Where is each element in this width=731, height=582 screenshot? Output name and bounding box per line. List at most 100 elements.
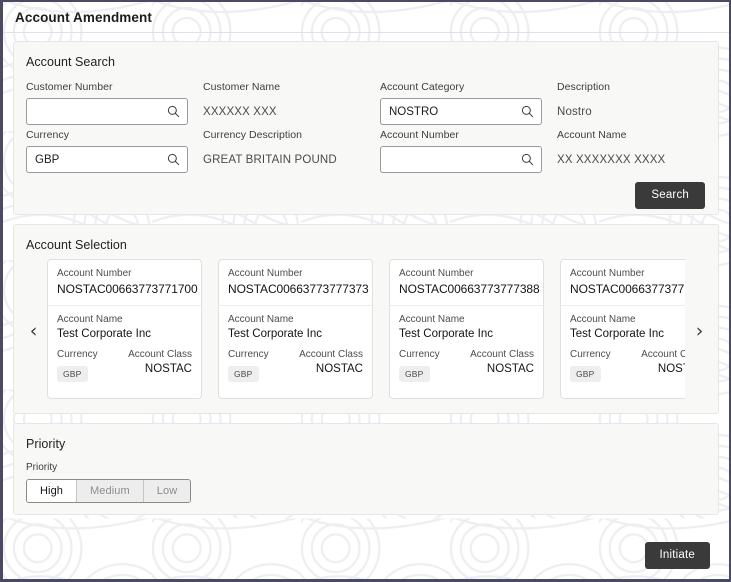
chevron-left-icon[interactable]: ‹ bbox=[14, 322, 47, 341]
priority-panel: Priority Priority High Medium Low bbox=[13, 423, 719, 515]
field-label: Account Number bbox=[380, 129, 459, 141]
account-number-text: NOSTAC00663773771700 bbox=[57, 282, 198, 296]
card-header: Account Number NOSTAC00663773777373 bbox=[219, 260, 372, 306]
currency-block: Currency GBP bbox=[228, 349, 269, 382]
account-class-label: Account Class bbox=[641, 349, 685, 360]
account-number-label: Account Number bbox=[570, 268, 645, 279]
field-currency: Currency GBP bbox=[26, 129, 203, 173]
account-card[interactable]: Account Number NOSTAC00663773777373 Acco… bbox=[218, 259, 373, 399]
field-currency-description: Currency Description GREAT BRITAIN POUND bbox=[203, 129, 380, 173]
carousel-track: Account Number NOSTAC00663773771700 Acco… bbox=[47, 259, 685, 402]
account-number-input[interactable] bbox=[380, 146, 542, 173]
card-header: Account Number NOSTAC00663773771700 bbox=[48, 260, 201, 306]
priority-option-medium[interactable]: Medium bbox=[77, 480, 144, 502]
account-card[interactable]: Account Number NOSTAC0066377377 Account … bbox=[560, 259, 685, 399]
priority-segmented-control[interactable]: High Medium Low bbox=[26, 479, 192, 503]
account-name-label: Account Name bbox=[399, 314, 465, 325]
field-label: Description bbox=[557, 81, 611, 93]
card-meta-row: Currency GBP Account Class NOSTAC bbox=[57, 349, 192, 382]
field-label: Account Name bbox=[557, 129, 627, 141]
account-category-input[interactable]: NOSTRO bbox=[380, 98, 542, 125]
priority-heading: Priority bbox=[26, 437, 66, 451]
field-customer-name: Customer Name XXXXXX XXX bbox=[203, 81, 380, 125]
search-icon[interactable] bbox=[167, 153, 180, 166]
field-label: Customer Number bbox=[26, 81, 113, 93]
search-icon[interactable] bbox=[521, 153, 534, 166]
field-customer-number: Customer Number bbox=[26, 81, 203, 125]
account-number-text: NOSTAC00663773777388 bbox=[399, 282, 540, 296]
field-description: Description Nostro bbox=[557, 81, 717, 125]
field-label: Currency bbox=[26, 129, 69, 141]
chevron-right-icon[interactable]: › bbox=[685, 322, 718, 341]
window-titlebar: Account Amendment bbox=[3, 2, 729, 33]
account-number-label: Account Number bbox=[57, 268, 132, 279]
account-name-label: Account Name bbox=[57, 314, 123, 325]
account-name-text: Test Corporate Inc bbox=[570, 328, 664, 340]
search-icon[interactable] bbox=[521, 105, 534, 118]
account-number-text: NOSTAC0066377377 bbox=[570, 282, 685, 296]
currency-label: Currency bbox=[399, 349, 440, 360]
account-search-heading: Account Search bbox=[26, 55, 115, 69]
account-name-label: Account Name bbox=[570, 314, 636, 325]
account-name-label: Account Name bbox=[228, 314, 294, 325]
customer-number-input[interactable] bbox=[26, 98, 188, 125]
page-title: Account Amendment bbox=[15, 9, 152, 25]
account-number-label: Account Number bbox=[228, 268, 303, 279]
field-account-name: Account Name XX XXXXXXX XXXX bbox=[557, 129, 717, 173]
card-meta-row: Currency GBP Account Class NOSTAC bbox=[570, 349, 685, 382]
account-class-label: Account Class bbox=[470, 349, 534, 360]
currency-block: Currency GBP bbox=[399, 349, 440, 382]
currency-block: Currency GBP bbox=[57, 349, 98, 382]
account-selection-panel: Account Selection ‹ Account Number NOSTA… bbox=[13, 224, 719, 414]
initiate-button[interactable]: Initiate bbox=[644, 542, 710, 569]
currency-label: Currency bbox=[57, 349, 98, 360]
account-class-text: NOSTAC bbox=[486, 363, 534, 375]
account-selection-heading: Account Selection bbox=[26, 238, 127, 252]
currency-block: Currency GBP bbox=[570, 349, 611, 382]
search-icon[interactable] bbox=[167, 105, 180, 118]
account-class-block: Account Class NOSTAC bbox=[128, 349, 192, 375]
card-header: Account Number NOSTAC0066377377 bbox=[561, 260, 685, 306]
card-meta-row: Currency GBP Account Class NOSTAC bbox=[228, 349, 363, 382]
account-class-block: Account Class NOSTAC bbox=[299, 349, 363, 375]
account-name-text: Test Corporate Inc bbox=[228, 328, 322, 340]
account-card[interactable]: Account Number NOSTAC00663773777388 Acco… bbox=[389, 259, 544, 399]
priority-field-label: Priority bbox=[26, 462, 58, 473]
account-name-value: XX XXXXXXX XXXX bbox=[557, 153, 666, 166]
search-button[interactable]: Search bbox=[635, 182, 705, 209]
account-class-text: NOSTAC bbox=[657, 363, 685, 375]
field-account-category: Account Category NOSTRO bbox=[380, 81, 557, 125]
priority-field: Priority High Medium Low bbox=[14, 451, 718, 503]
account-name-text: Test Corporate Inc bbox=[399, 328, 493, 340]
account-class-label: Account Class bbox=[128, 349, 192, 360]
currency-badge: GBP bbox=[57, 366, 88, 382]
search-button-row: Search bbox=[14, 177, 718, 209]
card-body: Account Name Test Corporate Inc Currency… bbox=[390, 306, 543, 398]
account-number-text: NOSTAC00663773777373 bbox=[228, 282, 369, 296]
field-label: Customer Name bbox=[203, 81, 281, 93]
currency-badge: GBP bbox=[228, 366, 259, 382]
currency-input[interactable]: GBP bbox=[26, 146, 188, 173]
priority-option-high[interactable]: High bbox=[27, 480, 78, 502]
currency-label: Currency bbox=[228, 349, 269, 360]
field-label: Account Category bbox=[380, 81, 465, 93]
currency-badge: GBP bbox=[399, 366, 430, 382]
account-card[interactable]: Account Number NOSTAC00663773771700 Acco… bbox=[47, 259, 202, 399]
search-field-grid: Customer Number Customer Name XXXXXX XXX… bbox=[14, 69, 718, 177]
priority-option-low[interactable]: Low bbox=[143, 480, 191, 502]
account-class-block: Account Class NOSTAC bbox=[641, 349, 685, 375]
currency-label: Currency bbox=[570, 349, 611, 360]
description-value: Nostro bbox=[557, 105, 592, 118]
card-body: Account Name Test Corporate Inc Currency… bbox=[48, 306, 201, 398]
card-body: Account Name Test Corporate Inc Currency… bbox=[219, 306, 372, 398]
application-window: Account Amendment Account Search Custome… bbox=[0, 0, 731, 582]
account-search-panel: Account Search Customer Number Customer … bbox=[13, 41, 719, 215]
field-label: Currency Description bbox=[203, 129, 303, 141]
account-class-text: NOSTAC bbox=[144, 363, 192, 375]
account-carousel: ‹ Account Number NOSTAC00663773771700 Ac… bbox=[14, 252, 718, 402]
customer-name-value: XXXXXX XXX bbox=[203, 105, 277, 118]
currency-value: GBP bbox=[35, 153, 60, 166]
card-header: Account Number NOSTAC00663773777388 bbox=[390, 260, 543, 306]
account-name-text: Test Corporate Inc bbox=[57, 328, 151, 340]
account-class-text: NOSTAC bbox=[315, 363, 363, 375]
